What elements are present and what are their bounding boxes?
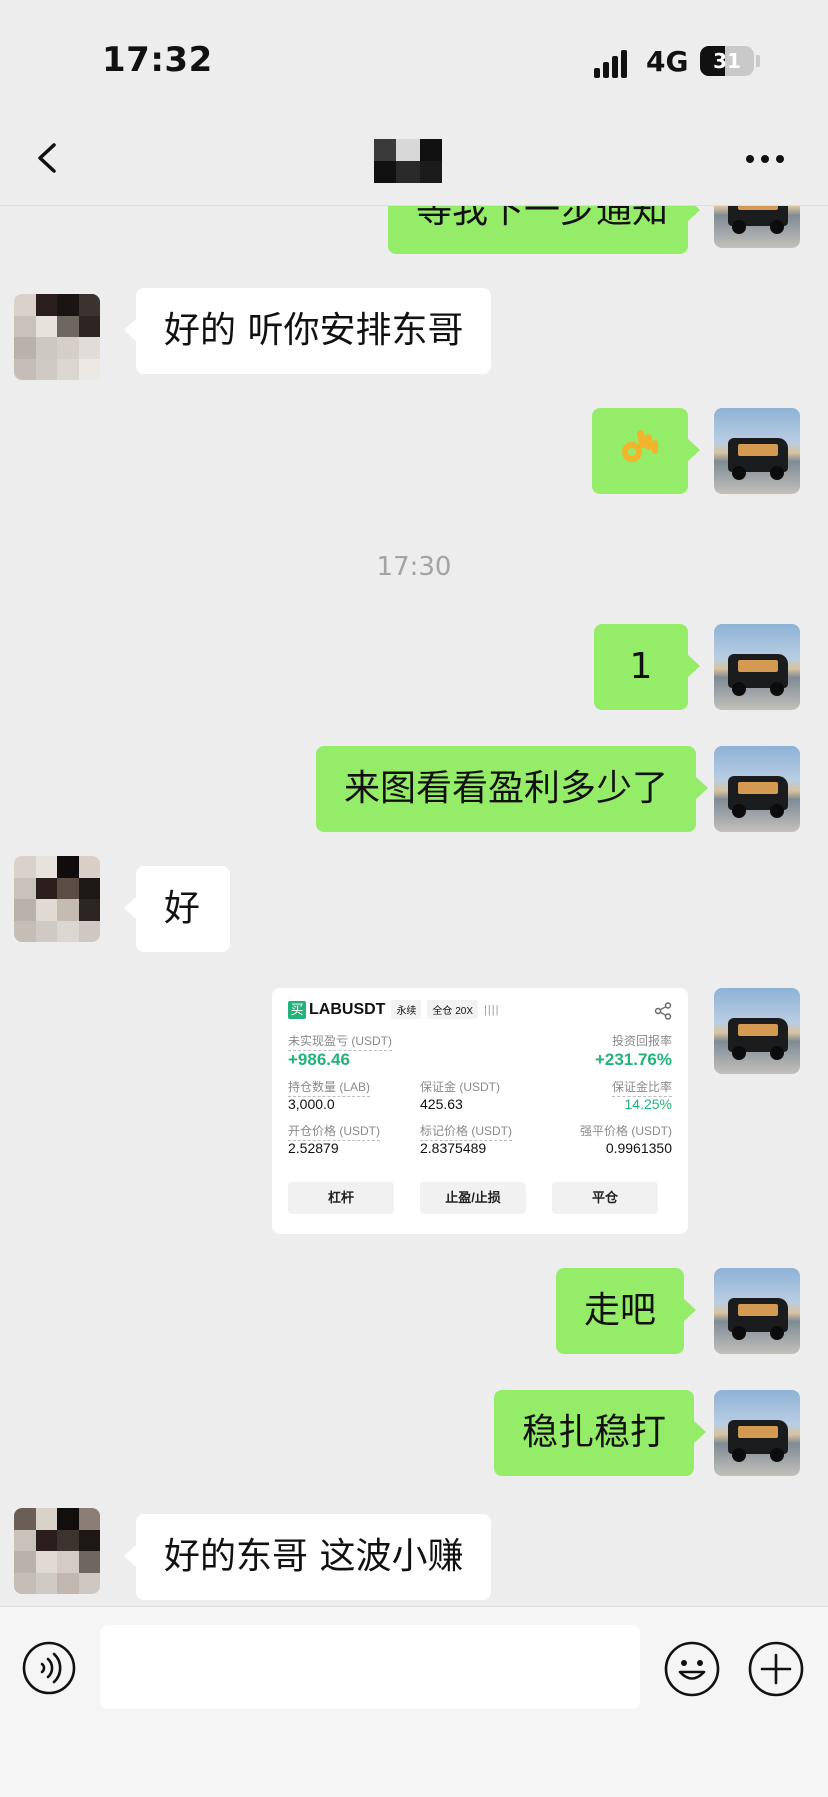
contact-avatar[interactable] [14,294,100,380]
mark-price-label: 标记价格 (USDT) [420,1122,512,1141]
voice-icon[interactable] [22,1641,76,1695]
trade-symbol: LABUSDT [309,1000,386,1018]
liquidation-price-label: 强平价格 (USDT) [580,1124,672,1138]
message-incoming[interactable]: 好的 听你安排东哥 [123,288,492,374]
battery-icon: 31 [700,46,754,76]
bars-indicator: |||| [484,1003,500,1016]
contact-avatar[interactable] [14,1508,100,1594]
margin-label: 保证金 (USDT) [420,1080,500,1094]
message-list[interactable]: 等我下一步通知 好的 听你安排东哥 17:30 1 来图看看盈利多少了 好 买L [0,206,828,1606]
perpetual-tag: 永续 [391,1000,422,1019]
message-outgoing[interactable]: 等我下一步通知 [388,206,700,254]
back-icon[interactable] [34,143,64,173]
battery-tip [756,55,760,67]
more-icon[interactable] [746,155,786,165]
margin-ratio-value: 14.25% [624,1096,672,1112]
leverage-button: 杠杆 [288,1182,394,1214]
pnl-value: +986.46 [288,1050,350,1069]
my-avatar[interactable] [714,746,800,832]
contact-avatar[interactable] [14,856,100,942]
tp-sl-button: 止盈/止损 [420,1182,526,1214]
pnl-label: 未实现盈亏 (USDT) [288,1032,392,1051]
my-avatar[interactable] [714,408,800,494]
entry-price-label: 开仓价格 (USDT) [288,1122,380,1141]
my-avatar[interactable] [714,1390,800,1476]
close-position-button: 平仓 [552,1182,658,1214]
message-timestamp: 17:30 [376,552,452,582]
margin-ratio-label: 保证金比率 [611,1078,672,1097]
network-type: 4G [646,45,689,78]
message-incoming[interactable]: 好的东哥 这波小赚 [123,1514,492,1600]
image-message-trade-card[interactable]: 买 LABUSDT 永续 全仓 20X |||| 未实现盈亏 (USDT) 投资回报率 … [272,988,688,1234]
message-outgoing[interactable]: 1 [594,624,700,710]
chat-header [0,115,828,206]
margin-mode-tag: 全仓 20X [427,1000,479,1019]
battery-level: 31 [713,49,741,73]
my-avatar[interactable] [714,988,800,1074]
card-header: 买 LABUSDT 永续 全仓 20X |||| [288,1000,499,1022]
message-outgoing-emoji[interactable] [592,408,700,494]
message-outgoing[interactable]: 来图看看盈利多少了 [316,746,709,832]
message-incoming[interactable]: 好 [124,866,230,952]
ok-hand-emoji [618,429,658,470]
message-outgoing[interactable]: 走吧 [556,1268,697,1354]
margin-value: 425.63 [420,1096,463,1112]
liquidation-price-value: 0.9961350 [605,1140,672,1156]
roi-label: 投资回报率 [611,1034,672,1048]
quantity-label: 持仓数量 (LAB) [288,1078,371,1097]
signal-icon [594,50,634,78]
plus-icon[interactable] [748,1641,804,1697]
my-avatar[interactable] [714,206,800,248]
my-avatar[interactable] [714,1268,800,1354]
contact-name-redacted [374,139,442,183]
buy-tag: 买 [288,1000,306,1019]
mark-price-value: 2.8375489 [420,1140,487,1156]
status-bar: 17:32 4G 31 [0,0,828,115]
emoji-icon[interactable] [664,1641,720,1697]
message-input[interactable] [100,1625,640,1709]
quantity-value: 3,000.0 [288,1096,335,1112]
status-time: 17:32 [102,40,213,80]
entry-price-value: 2.52879 [288,1140,339,1156]
roi-value: +231.76% [594,1050,672,1069]
message-outgoing[interactable]: 稳扎稳打 [494,1390,707,1476]
my-avatar[interactable] [714,624,800,710]
share-icon [654,1002,672,1020]
input-bar [0,1606,828,1797]
